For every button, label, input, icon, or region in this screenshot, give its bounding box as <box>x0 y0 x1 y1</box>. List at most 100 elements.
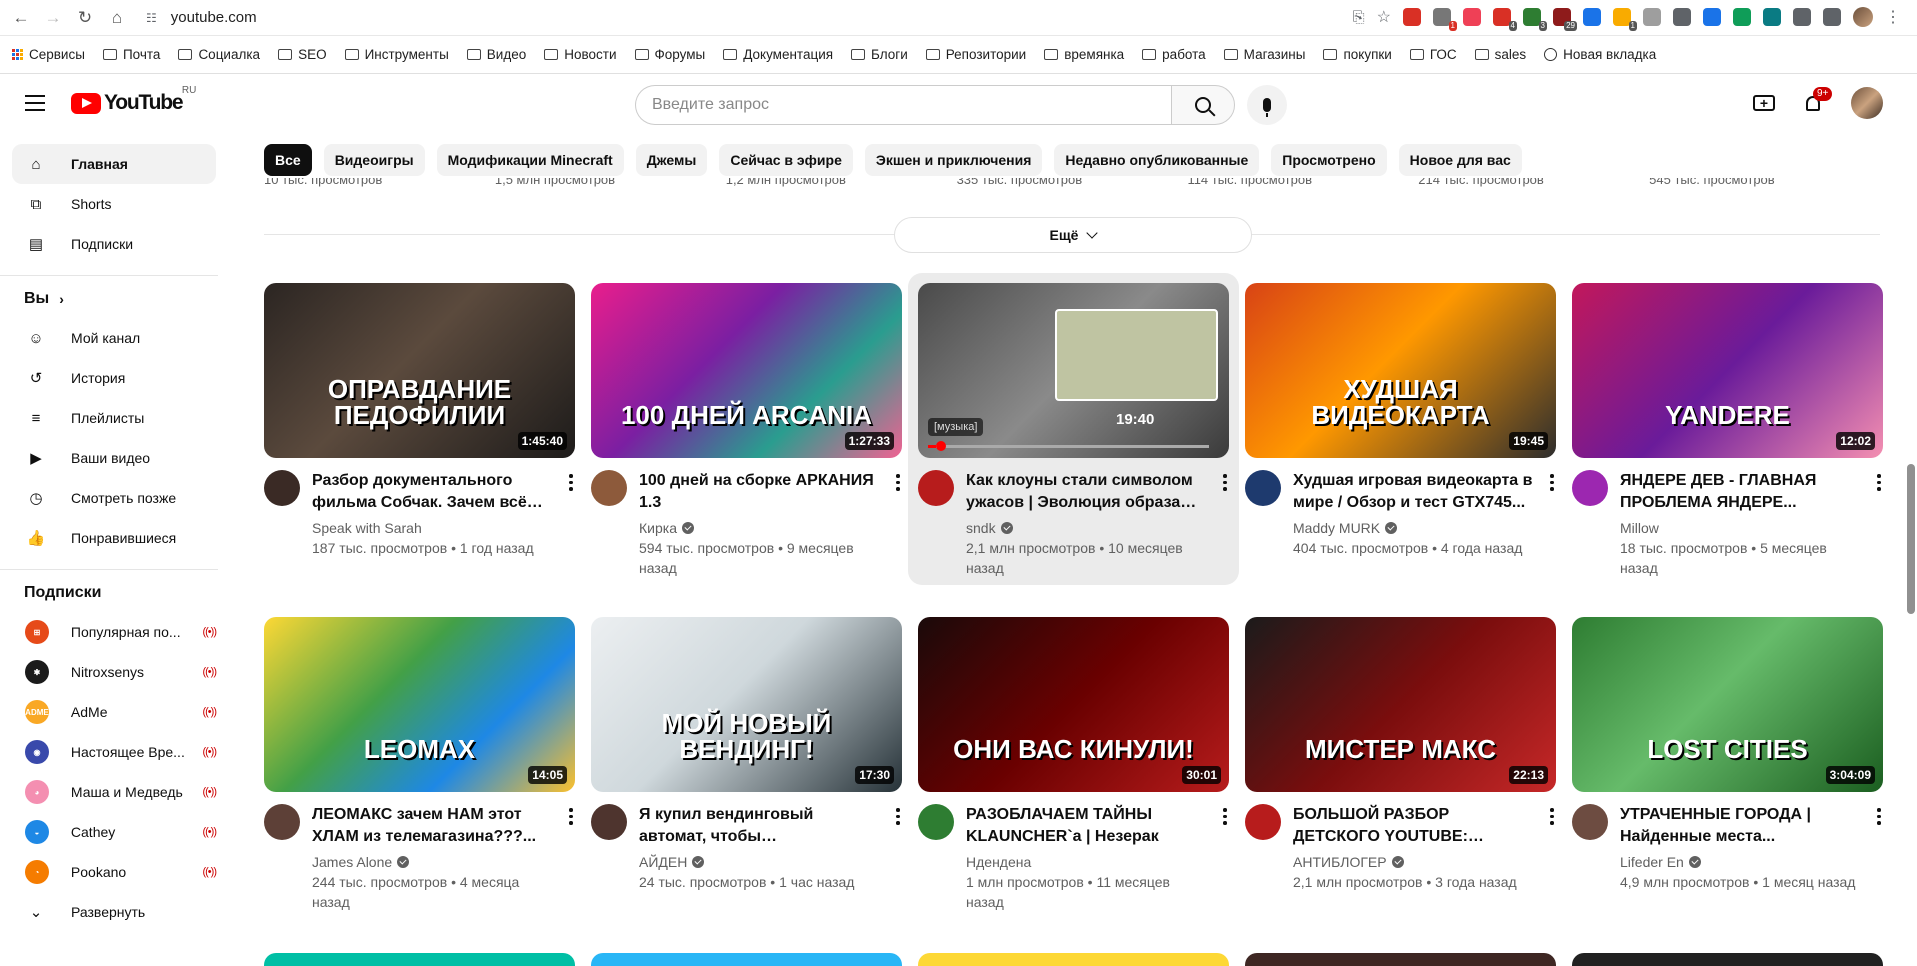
bookmark-item[interactable]: Новая вкладка <box>1544 47 1656 62</box>
bookmark-folder[interactable]: SEO <box>278 47 327 62</box>
video-thumbnail[interactable]: МОЙ НОВЫЙ ВЕНДИНГ! 17:30 <box>591 617 902 792</box>
bookmark-folder[interactable]: Документация <box>723 47 833 62</box>
sidebar-item-your-videos[interactable]: ▶ Ваши видео <box>12 438 216 478</box>
video-card[interactable]: [музыка] 19:40 Как клоуны стали символом у… <box>908 273 1239 617</box>
browser-menu-icon[interactable]: ⋮ <box>1885 7 1901 27</box>
video-title[interactable]: ЯНДЕРЕ ДЕВ - ГЛАВНАЯ ПРОБЛЕМА ЯНДЕРЕ... <box>1620 470 1860 514</box>
video-thumbnail[interactable]: LEOMAX 14:05 <box>264 617 575 792</box>
sidebar-item-history[interactable]: ↺ История <box>12 358 216 398</box>
preview-progress-bar[interactable] <box>928 441 1209 451</box>
stop-icon[interactable] <box>1403 8 1421 26</box>
filter-chip[interactable]: Сейчас в эфире <box>719 144 853 176</box>
reload-icon[interactable]: ↻ <box>74 7 96 29</box>
address-bar[interactable]: ☷ youtube.com <box>146 4 1146 32</box>
partial-thumbnail[interactable] <box>591 953 902 966</box>
filter-chip[interactable]: Все <box>264 144 312 176</box>
sidebar-item-watch-later[interactable]: ◷ Смотреть позже <box>12 478 216 518</box>
channel-avatar[interactable] <box>1245 470 1281 506</box>
video-title[interactable]: РАЗОБЛАЧАЕМ ТАЙНЫ KLAUNCHER`a | Незерак <box>966 804 1206 848</box>
sidebar-item-like[interactable]: 👍 Понравившиеся <box>12 518 216 558</box>
video-card[interactable]: LEOMAX 14:05 ЛЕОМАКС зачем НАМ этот ХЛАМ и… <box>264 617 575 951</box>
bookmark-folder[interactable]: времянка <box>1044 47 1124 62</box>
video-thumbnail[interactable]: 100 ДНЕЙ ARCANIA 1:27:33 <box>591 283 902 458</box>
video-channel[interactable]: АЙДЕН <box>639 852 879 872</box>
more-options-icon[interactable] <box>1877 474 1881 491</box>
channel-avatar[interactable] <box>1572 804 1608 840</box>
sidebar-item-playlists[interactable]: ≡ Плейлисты <box>12 398 216 438</box>
video-thumbnail[interactable]: ОПРАВДАНИЕ ПЕДОФИЛИИ 1:45:40 <box>264 283 575 458</box>
filter-chip[interactable]: Просмотрено <box>1271 144 1387 176</box>
cursor-icon[interactable] <box>1703 8 1721 26</box>
bookmark-item[interactable]: Сервисы <box>12 47 85 62</box>
filter-chip[interactable]: Джемы <box>635 144 708 176</box>
expand-subscriptions-button[interactable]: ⌄ Развернуть <box>12 892 216 932</box>
bookmark-folder[interactable]: Репозитории <box>925 47 1026 62</box>
subscription-channel[interactable]: ◕ Маша и Медведь ((•)) <box>12 772 217 812</box>
mail-icon[interactable]: 4 <box>1493 8 1517 31</box>
search-input[interactable] <box>635 85 1171 125</box>
voice-search-button[interactable] <box>1247 85 1287 125</box>
video-card[interactable]: YANDERE 12:02 ЯНДЕРЕ ДЕВ - ГЛАВНАЯ ПРОБЛЕМ… <box>1572 283 1883 617</box>
video-card[interactable]: МОЙ НОВЫЙ ВЕНДИНГ! 17:30 Я купил вендингов… <box>591 617 902 951</box>
video-card[interactable]: LOST CITIES 3:04:09 УТРАЧЕННЫЕ ГОРОДА | На… <box>1572 617 1883 951</box>
globe-icon[interactable] <box>1643 8 1661 26</box>
subscription-channel[interactable]: ✱ Nitroxsenys ((•)) <box>12 652 217 692</box>
notifications-button[interactable]: 9+ <box>1803 87 1833 113</box>
video-channel[interactable]: Lifeder En <box>1620 852 1860 872</box>
record-icon[interactable]: 1 <box>1433 8 1457 31</box>
chart-icon[interactable] <box>1673 8 1691 26</box>
video-thumbnail[interactable]: ХУДШАЯ ВИДЕОКАРТА 19:45 <box>1245 283 1556 458</box>
partial-thumbnail[interactable] <box>1572 953 1883 966</box>
filter-chip[interactable]: Видеоигры <box>323 144 425 176</box>
channel-avatar[interactable] <box>264 470 300 506</box>
bookmark-folder[interactable]: Магазины <box>1223 47 1305 62</box>
install-app-icon[interactable]: ⎘ <box>1353 9 1365 26</box>
arrow-icon[interactable] <box>1763 8 1781 26</box>
video-card[interactable]: 100 ДНЕЙ ARCANIA 1:27:33 100 дней на сборк… <box>591 283 902 617</box>
hamburger-menu-icon[interactable] <box>25 95 45 111</box>
channel-avatar[interactable] <box>1572 470 1608 506</box>
filter-chip[interactable]: Экшен и приключения <box>864 144 1043 176</box>
bookmark-folder[interactable]: Форумы <box>634 47 705 62</box>
video-title[interactable]: БОЛЬШОЙ РАЗБОР ДЕТСКОГО YOUTUBE: МИСТЕР … <box>1293 804 1533 848</box>
channel-avatar[interactable] <box>918 470 954 506</box>
subscription-channel[interactable]: ◒ Cathey ((•)) <box>12 812 217 852</box>
shield-icon[interactable]: 3 <box>1523 8 1547 31</box>
video-thumbnail[interactable]: МИСТЕР МАКС 22:13 <box>1245 617 1556 792</box>
filter-chip[interactable]: Модификации Minecraft <box>436 144 624 176</box>
subscription-channel[interactable]: ◉ Настоящее Вре... ((•)) <box>12 732 217 772</box>
bookmark-folder[interactable]: покупки <box>1323 47 1392 62</box>
video-title[interactable]: Разбор документального фильма Собчак. За… <box>312 470 552 514</box>
subscription-channel[interactable]: ◔ Pookano ((•)) <box>12 852 217 892</box>
bookmark-folder[interactable]: Социалка <box>178 47 260 62</box>
badge-icon[interactable]: 29 <box>1553 8 1577 31</box>
channel-avatar[interactable] <box>264 804 300 840</box>
video-title[interactable]: УТРАЧЕННЫЕ ГОРОДА | Найденные места... <box>1620 804 1860 848</box>
back-icon[interactable]: ← <box>10 7 32 29</box>
bookmark-folder[interactable]: Инструменты <box>344 47 449 62</box>
bookmark-folder[interactable]: работа <box>1142 47 1206 62</box>
leaf-icon[interactable] <box>1733 8 1751 26</box>
channel-avatar[interactable] <box>1245 804 1281 840</box>
sidebar-item-home[interactable]: ⌂ Главная <box>12 144 216 184</box>
video-channel[interactable]: Maddy MURK <box>1293 518 1533 538</box>
video-title[interactable]: Худшая игровая видеокарта в мире / Обзор… <box>1293 470 1533 514</box>
partial-thumbnail[interactable] <box>264 953 575 966</box>
more-options-icon[interactable] <box>1877 808 1881 825</box>
bookmark-folder[interactable]: sales <box>1474 47 1526 62</box>
bookmark-star-icon[interactable]: ☆ <box>1377 7 1391 27</box>
video-channel[interactable]: Speak with Sarah <box>312 518 552 538</box>
create-video-icon[interactable]: + <box>1753 95 1775 111</box>
home-browser-icon[interactable]: ⌂ <box>106 7 128 29</box>
puzzle-icon[interactable] <box>1793 8 1811 26</box>
show-more-button[interactable]: Ещё <box>894 217 1252 253</box>
video-thumbnail[interactable]: YANDERE 12:02 <box>1572 283 1883 458</box>
video-title[interactable]: Я купил вендинговый автомат, чтобы ЗАРАБ… <box>639 804 879 848</box>
channel-avatar[interactable] <box>918 804 954 840</box>
subscription-channel[interactable]: ADME AdMe ((•)) <box>12 692 217 732</box>
video-card[interactable]: ХУДШАЯ ВИДЕОКАРТА 19:45 Худшая игровая вид… <box>1245 283 1556 617</box>
video-thumbnail[interactable]: [музыка] 19:40 <box>918 283 1229 458</box>
video-thumbnail[interactable]: LOST CITIES 3:04:09 <box>1572 617 1883 792</box>
filter-chip[interactable]: Недавно опубликованные <box>1054 144 1260 176</box>
youtube-logo[interactable]: YouTube RU <box>71 85 196 115</box>
